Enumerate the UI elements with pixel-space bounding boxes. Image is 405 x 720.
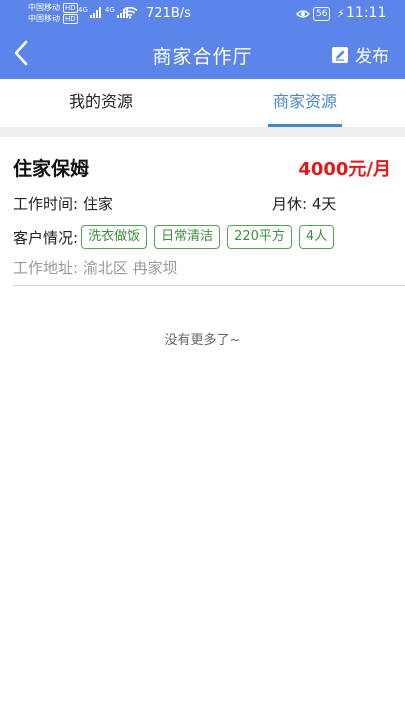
network-type: 4G [78,6,88,14]
publish-button[interactable]: 发布 [331,42,389,67]
tag: 洗衣做饭 [81,225,148,249]
tag: 220平方 [227,225,292,249]
tab-my-resources[interactable]: 我的资源 [32,79,170,127]
rest-value: 4天 [311,195,337,213]
carrier-name: 中国移动 [28,14,60,23]
edit-icon [332,46,348,63]
charging-icon: ⚡ [337,7,345,20]
section-gap [0,127,405,137]
no-more-text: 没有更多了~ [164,333,241,348]
wifi-icon [122,6,138,19]
work-time-row: 工作时间: 住家 [13,193,113,214]
job-title: 住家保姆 [13,158,90,180]
signal-icons: 4G 4G [78,6,128,18]
net-speed: 721B/s [146,6,191,21]
customer-row: 客户情况: 洗衣做饭 日常清洁 220平方 4人 [13,225,341,249]
address-row: 工作地址: 渝北区 冉家坝 [13,257,178,278]
eye-comfort-icon [296,10,310,18]
app-header: 中国移动HD 中国移动HD 4G 4G 721B/s 56 ⚡ 11:11 [0,0,405,79]
address-value: 渝北区 冉家坝 [82,259,178,277]
tag-list: 洗衣做饭 日常清洁 220平方 4人 [81,225,341,249]
tab-bar: 我的资源 商家资源 [0,79,405,127]
resource-list: 住家保姆 4000元/月 工作时间: 住家 月休: 4天 客户情况: 洗衣做饭 … [0,137,405,720]
carrier-info: 中国移动 HD 中国移动 HD [28,2,78,24]
tag: 4人 [298,225,335,249]
address-label: 工作地址: [13,259,79,277]
hd-badge: HD [63,13,78,24]
title-bar: 商家合作厅 发布 [0,28,405,79]
customer-label: 客户情况: [13,228,79,247]
rest-label: 月休: [272,195,308,213]
divider [13,285,405,286]
battery-icon: 56 [313,7,331,21]
list-item[interactable]: 住家保姆 4000元/月 工作时间: 住家 月休: 4天 客户情况: 洗衣做饭 … [0,137,405,287]
clock: 11:11 [346,5,387,21]
hd-badge: HD [63,2,78,13]
tag: 日常清洁 [154,225,221,249]
carrier-name: 中国移动 [28,3,60,12]
work-time-label: 工作时间: [13,195,79,213]
network-type: 4G [104,6,115,14]
signal-icon: 4G [78,6,101,18]
salary: 4000元/月 [298,159,391,180]
work-time-value: 住家 [82,195,113,213]
publish-label: 发布 [355,47,389,67]
status-bar: 中国移动 HD 中国移动 HD 4G 4G 721B/s 56 ⚡ 11:11 [0,0,405,28]
tab-merchant-resources[interactable]: 商家资源 [252,79,358,127]
rest-day-row: 月休: 4天 [272,193,336,214]
